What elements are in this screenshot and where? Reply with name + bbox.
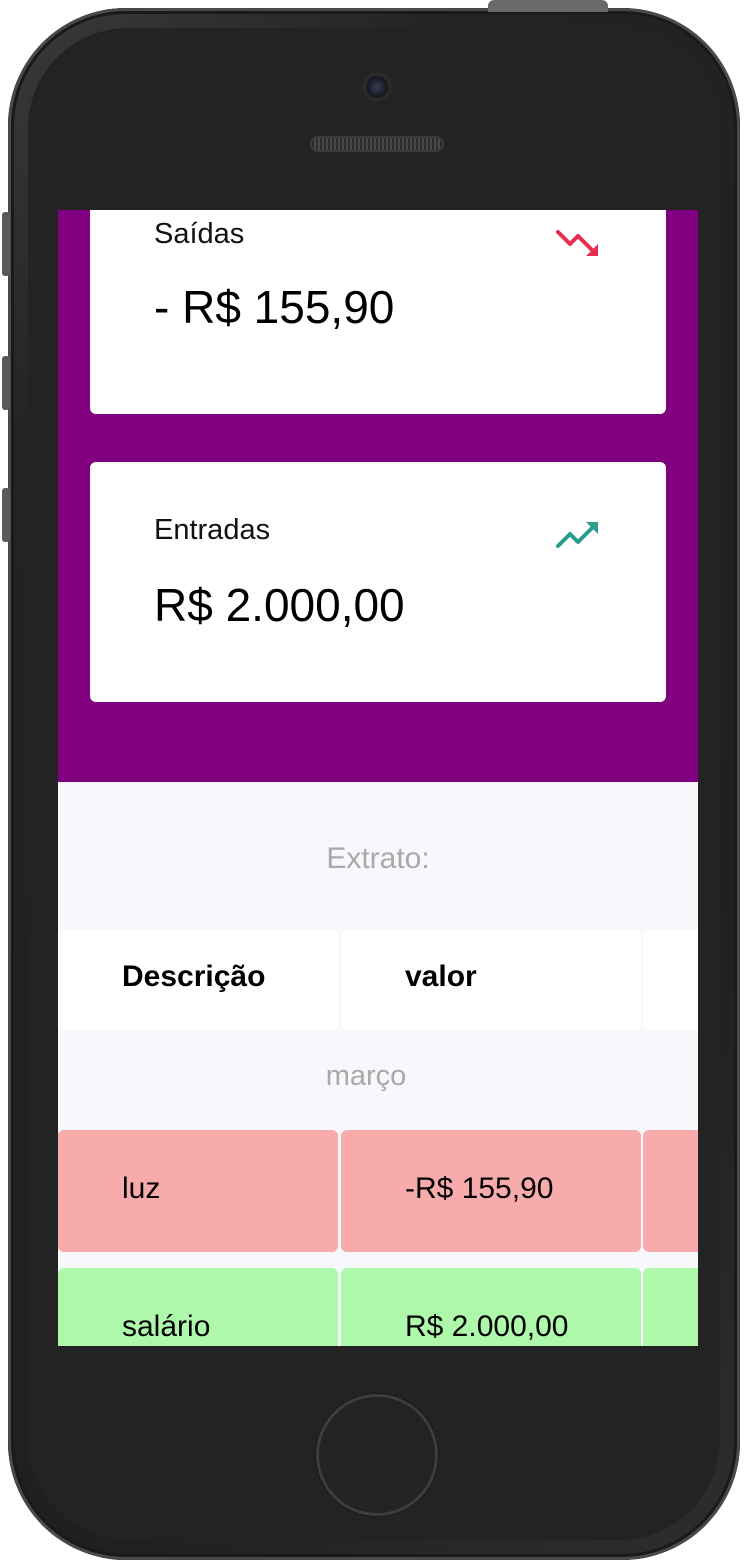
outgoing-card: Saídas - R$ 155,90 [90, 210, 666, 414]
row-value: R$ 2.000,00 [405, 1310, 569, 1343]
trending-up-icon [556, 522, 598, 548]
table-row-description[interactable]: salário [58, 1268, 338, 1346]
table-header-value: valor [341, 930, 641, 1030]
table-row-extra [643, 1130, 698, 1252]
table-header-extra [643, 930, 698, 1030]
app-screen: Saídas - R$ 155,90 Entradas R$ 2.000,00 … [58, 210, 698, 1346]
row-description: luz [122, 1172, 161, 1205]
table-row-extra [643, 1268, 698, 1346]
month-label: março [325, 1060, 407, 1092]
incoming-total: R$ 2.000,00 [154, 579, 405, 631]
volume-down-button [2, 488, 10, 542]
table-row-value[interactable]: R$ 2.000,00 [341, 1268, 641, 1346]
incoming-card: Entradas R$ 2.000,00 [90, 462, 666, 702]
column-header-description: Descrição [122, 960, 266, 993]
row-description: salário [122, 1310, 211, 1343]
volume-up-button [2, 356, 10, 410]
mute-switch [2, 212, 10, 276]
outgoing-label: Saídas [154, 218, 245, 250]
incoming-label: Entradas [154, 514, 271, 546]
home-button [316, 1394, 438, 1516]
statement-title: Extrato: [326, 842, 430, 875]
trending-down-icon [556, 230, 598, 256]
outgoing-total: - R$ 155,90 [154, 281, 395, 333]
column-header-value: valor [405, 960, 477, 993]
table-row-description[interactable]: luz [58, 1130, 338, 1252]
summary-header: Saídas - R$ 155,90 Entradas R$ 2.000,00 [58, 210, 698, 782]
table-header-description: Descrição [58, 930, 338, 1030]
power-button [488, 0, 608, 12]
table-row-value[interactable]: -R$ 155,90 [341, 1130, 641, 1252]
front-camera [362, 72, 392, 102]
earpiece-speaker [310, 136, 444, 152]
row-value: -R$ 155,90 [405, 1172, 554, 1205]
